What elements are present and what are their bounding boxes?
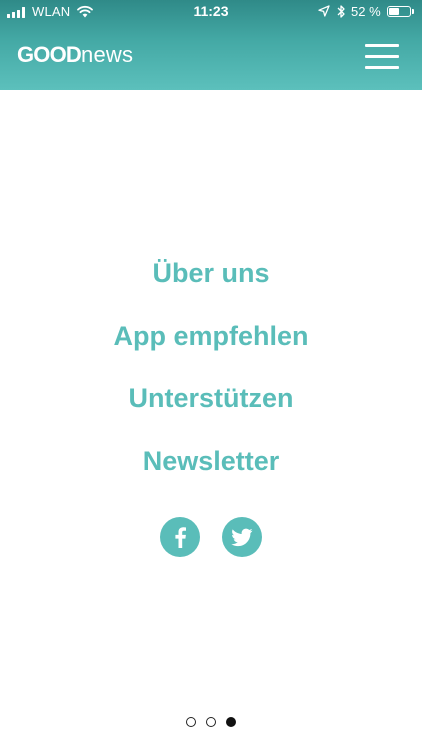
page-dot-2[interactable] xyxy=(206,717,216,727)
menu-item-recommend-app[interactable]: App empfehlen xyxy=(0,319,422,353)
facebook-button[interactable] xyxy=(160,517,200,557)
menu-item-newsletter[interactable]: Newsletter xyxy=(0,444,422,478)
menu-item-about-us[interactable]: Über uns xyxy=(0,256,422,290)
page-dot-1[interactable] xyxy=(186,717,196,727)
goodnews-logo: GOODnews xyxy=(17,42,133,68)
screen: WLAN 11:23 52 % GOODnews Über uns App em… xyxy=(0,0,422,750)
logo-strong-text: GOOD xyxy=(17,42,82,67)
status-bar: WLAN 11:23 52 % xyxy=(0,0,422,24)
hamburger-menu-icon[interactable] xyxy=(365,44,399,70)
location-arrow-icon xyxy=(318,5,330,17)
twitter-icon xyxy=(231,528,253,547)
battery-level-fill xyxy=(389,8,399,15)
bluetooth-icon xyxy=(337,5,345,18)
twitter-button[interactable] xyxy=(222,517,262,557)
page-dot-3-active[interactable] xyxy=(226,717,236,727)
battery-percentage: 52 % xyxy=(351,4,381,19)
battery-icon xyxy=(387,6,411,17)
logo-light-text: news xyxy=(81,42,134,67)
battery-cap xyxy=(412,9,414,14)
app-header: WLAN 11:23 52 % GOODnews xyxy=(0,0,422,90)
facebook-icon xyxy=(175,527,186,548)
menu-item-support[interactable]: Unterstützen xyxy=(0,381,422,415)
